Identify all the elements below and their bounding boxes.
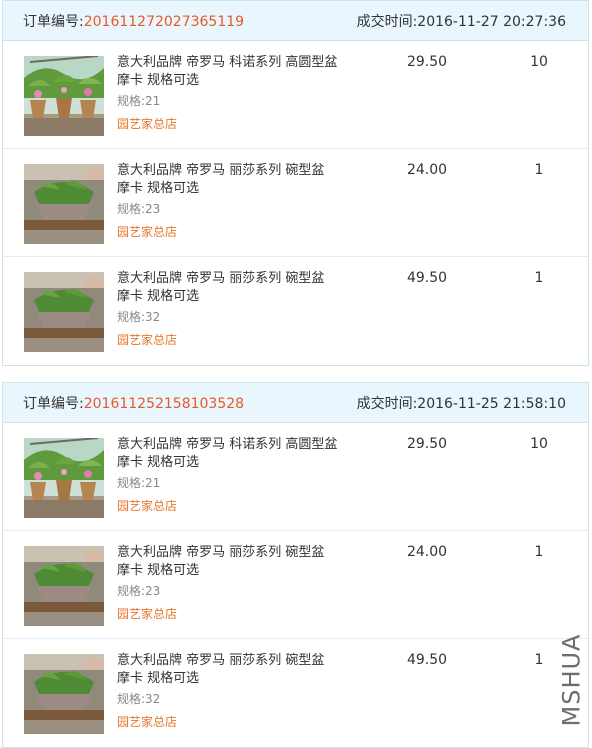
- product-title-link[interactable]: 意大利品牌 帝罗马 丽莎系列 碗型盆 摩卡 规格可选: [117, 544, 339, 580]
- unit-price: 29.50: [406, 54, 448, 70]
- product-title-link[interactable]: 意大利品牌 帝罗马 科诺系列 高圆型盆 摩卡 规格可选: [117, 54, 339, 90]
- quantity: 1: [534, 270, 544, 286]
- product-image[interactable]: [24, 546, 104, 626]
- order-item: 意大利品牌 帝罗马 科诺系列 高圆型盆 摩卡 规格可选 规格:21 园艺家总店 …: [3, 423, 588, 531]
- order-item: 意大利品牌 帝罗马 科诺系列 高圆型盆 摩卡 规格可选 规格:21 园艺家总店 …: [3, 41, 588, 149]
- unit-price: 49.50: [406, 652, 448, 668]
- quantity: 10: [530, 436, 548, 452]
- unit-price: 49.50: [406, 270, 448, 286]
- shop-name-link[interactable]: 园艺家总店: [117, 115, 177, 132]
- order-id: 订单编号:201611252158103528: [23, 393, 244, 413]
- shop-name-link[interactable]: 园艺家总店: [117, 605, 177, 622]
- quantity: 1: [534, 544, 544, 560]
- product-title-link[interactable]: 意大利品牌 帝罗马 丽莎系列 碗型盆 摩卡 规格可选: [117, 270, 339, 306]
- order-number-link[interactable]: 201611272027365119: [84, 14, 244, 30]
- product-spec: 规格:32: [117, 310, 161, 324]
- product-spec: 规格:21: [117, 94, 161, 108]
- product-image[interactable]: [24, 164, 104, 244]
- product-spec: 规格:32: [117, 692, 161, 706]
- order-time-label: 成交时间:: [356, 13, 418, 30]
- order-item: 意大利品牌 帝罗马 丽莎系列 碗型盆 摩卡 规格可选 规格:32 园艺家总店 4…: [3, 639, 588, 747]
- product-image[interactable]: [24, 438, 104, 518]
- product-title-link[interactable]: 意大利品牌 帝罗马 科诺系列 高圆型盆 摩卡 规格可选: [117, 436, 339, 472]
- order-card: 订单编号:201611272027365119 成交时间:2016-11-27 …: [2, 0, 589, 366]
- product-spec: 规格:21: [117, 476, 161, 490]
- shop-name-link[interactable]: 园艺家总店: [117, 497, 177, 514]
- unit-price: 24.00: [406, 162, 448, 178]
- shop-name-link[interactable]: 园艺家总店: [117, 713, 177, 730]
- order-header: 订单编号:201611252158103528 成交时间:2016-11-25 …: [3, 383, 588, 423]
- order-time-label: 成交时间:: [356, 395, 418, 412]
- product-image[interactable]: [24, 56, 104, 136]
- unit-price: 29.50: [406, 436, 448, 452]
- order-time: 成交时间:2016-11-25 21:58:10: [357, 393, 566, 413]
- order-time-value: 2016-11-25 21:58:10: [417, 395, 566, 412]
- order-item: 意大利品牌 帝罗马 丽莎系列 碗型盆 摩卡 规格可选 规格:23 园艺家总店 2…: [3, 149, 588, 257]
- quantity: 10: [530, 54, 548, 70]
- order-item: 意大利品牌 帝罗马 丽莎系列 碗型盆 摩卡 规格可选 规格:32 园艺家总店 4…: [3, 257, 588, 365]
- shop-name-link[interactable]: 园艺家总店: [117, 331, 177, 348]
- order-number-label: 订单编号:: [23, 395, 84, 412]
- order-time: 成交时间:2016-11-27 20:27:36: [357, 11, 566, 31]
- product-image[interactable]: [24, 654, 104, 734]
- order-header: 订单编号:201611272027365119 成交时间:2016-11-27 …: [3, 1, 588, 41]
- order-number-label: 订单编号:: [23, 13, 84, 30]
- product-image[interactable]: [24, 272, 104, 352]
- watermark-text: MSHUA: [557, 633, 586, 727]
- order-time-value: 2016-11-27 20:27:36: [417, 13, 566, 30]
- unit-price: 24.00: [406, 544, 448, 560]
- order-number-link[interactable]: 201611252158103528: [84, 396, 244, 412]
- product-spec: 规格:23: [117, 202, 161, 216]
- product-title-link[interactable]: 意大利品牌 帝罗马 丽莎系列 碗型盆 摩卡 规格可选: [117, 652, 339, 688]
- quantity: 1: [534, 162, 544, 178]
- shop-name-link[interactable]: 园艺家总店: [117, 223, 177, 240]
- order-id: 订单编号:201611272027365119: [23, 11, 244, 31]
- order-item: 意大利品牌 帝罗马 丽莎系列 碗型盆 摩卡 规格可选 规格:23 园艺家总店 2…: [3, 531, 588, 639]
- product-title-link[interactable]: 意大利品牌 帝罗马 丽莎系列 碗型盆 摩卡 规格可选: [117, 162, 339, 198]
- order-card: 订单编号:201611252158103528 成交时间:2016-11-25 …: [2, 382, 589, 748]
- watermark: MSHUA: [556, 628, 586, 732]
- product-spec: 规格:23: [117, 584, 161, 598]
